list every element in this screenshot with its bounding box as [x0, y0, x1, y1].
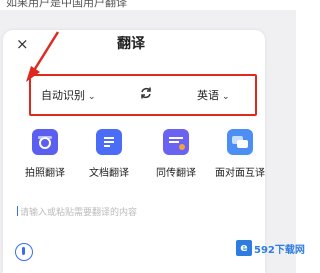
microphone-icon[interactable]: [15, 243, 33, 261]
feature-label: 同传翻译: [156, 168, 196, 179]
watermark-text: 592下载网: [254, 244, 305, 256]
background-caption: 如果用户是中国用户翻译: [6, 0, 127, 8]
simultaneous-translate-button[interactable]: 同传翻译: [150, 129, 202, 179]
watermark: e 592下载网: [236, 240, 305, 256]
camera-icon: [32, 129, 58, 155]
headphones-icon: [163, 129, 189, 155]
chevron-down-icon: ⌄: [88, 92, 96, 102]
swap-languages-icon[interactable]: [139, 86, 153, 100]
source-language-label: 自动识别: [41, 89, 85, 102]
translate-input[interactable]: 请输入或粘贴需要翻译的内容: [17, 205, 137, 218]
feature-label: 面对面互译: [215, 168, 265, 179]
chevron-down-icon: ⌄: [222, 92, 230, 102]
language-selector-bar: 自动识别 ⌄ 英语 ⌄: [29, 74, 257, 116]
feature-label: 拍照翻译: [25, 168, 65, 179]
source-language-dropdown[interactable]: 自动识别 ⌄: [41, 87, 96, 103]
face-to-face-translate-button[interactable]: 面对面互译: [214, 129, 266, 179]
target-language-dropdown[interactable]: 英语 ⌄: [197, 87, 230, 103]
close-button[interactable]: ×: [16, 36, 29, 52]
conversation-icon: [227, 129, 253, 155]
sheet-title: 翻译: [117, 36, 145, 52]
photo-translate-button[interactable]: 拍照翻译: [19, 129, 71, 179]
target-language-label: 英语: [197, 89, 219, 102]
document-translate-button[interactable]: 文档翻译: [83, 129, 135, 179]
feature-label: 文档翻译: [89, 168, 129, 179]
document-icon: [96, 129, 122, 155]
watermark-logo: e: [236, 240, 252, 256]
